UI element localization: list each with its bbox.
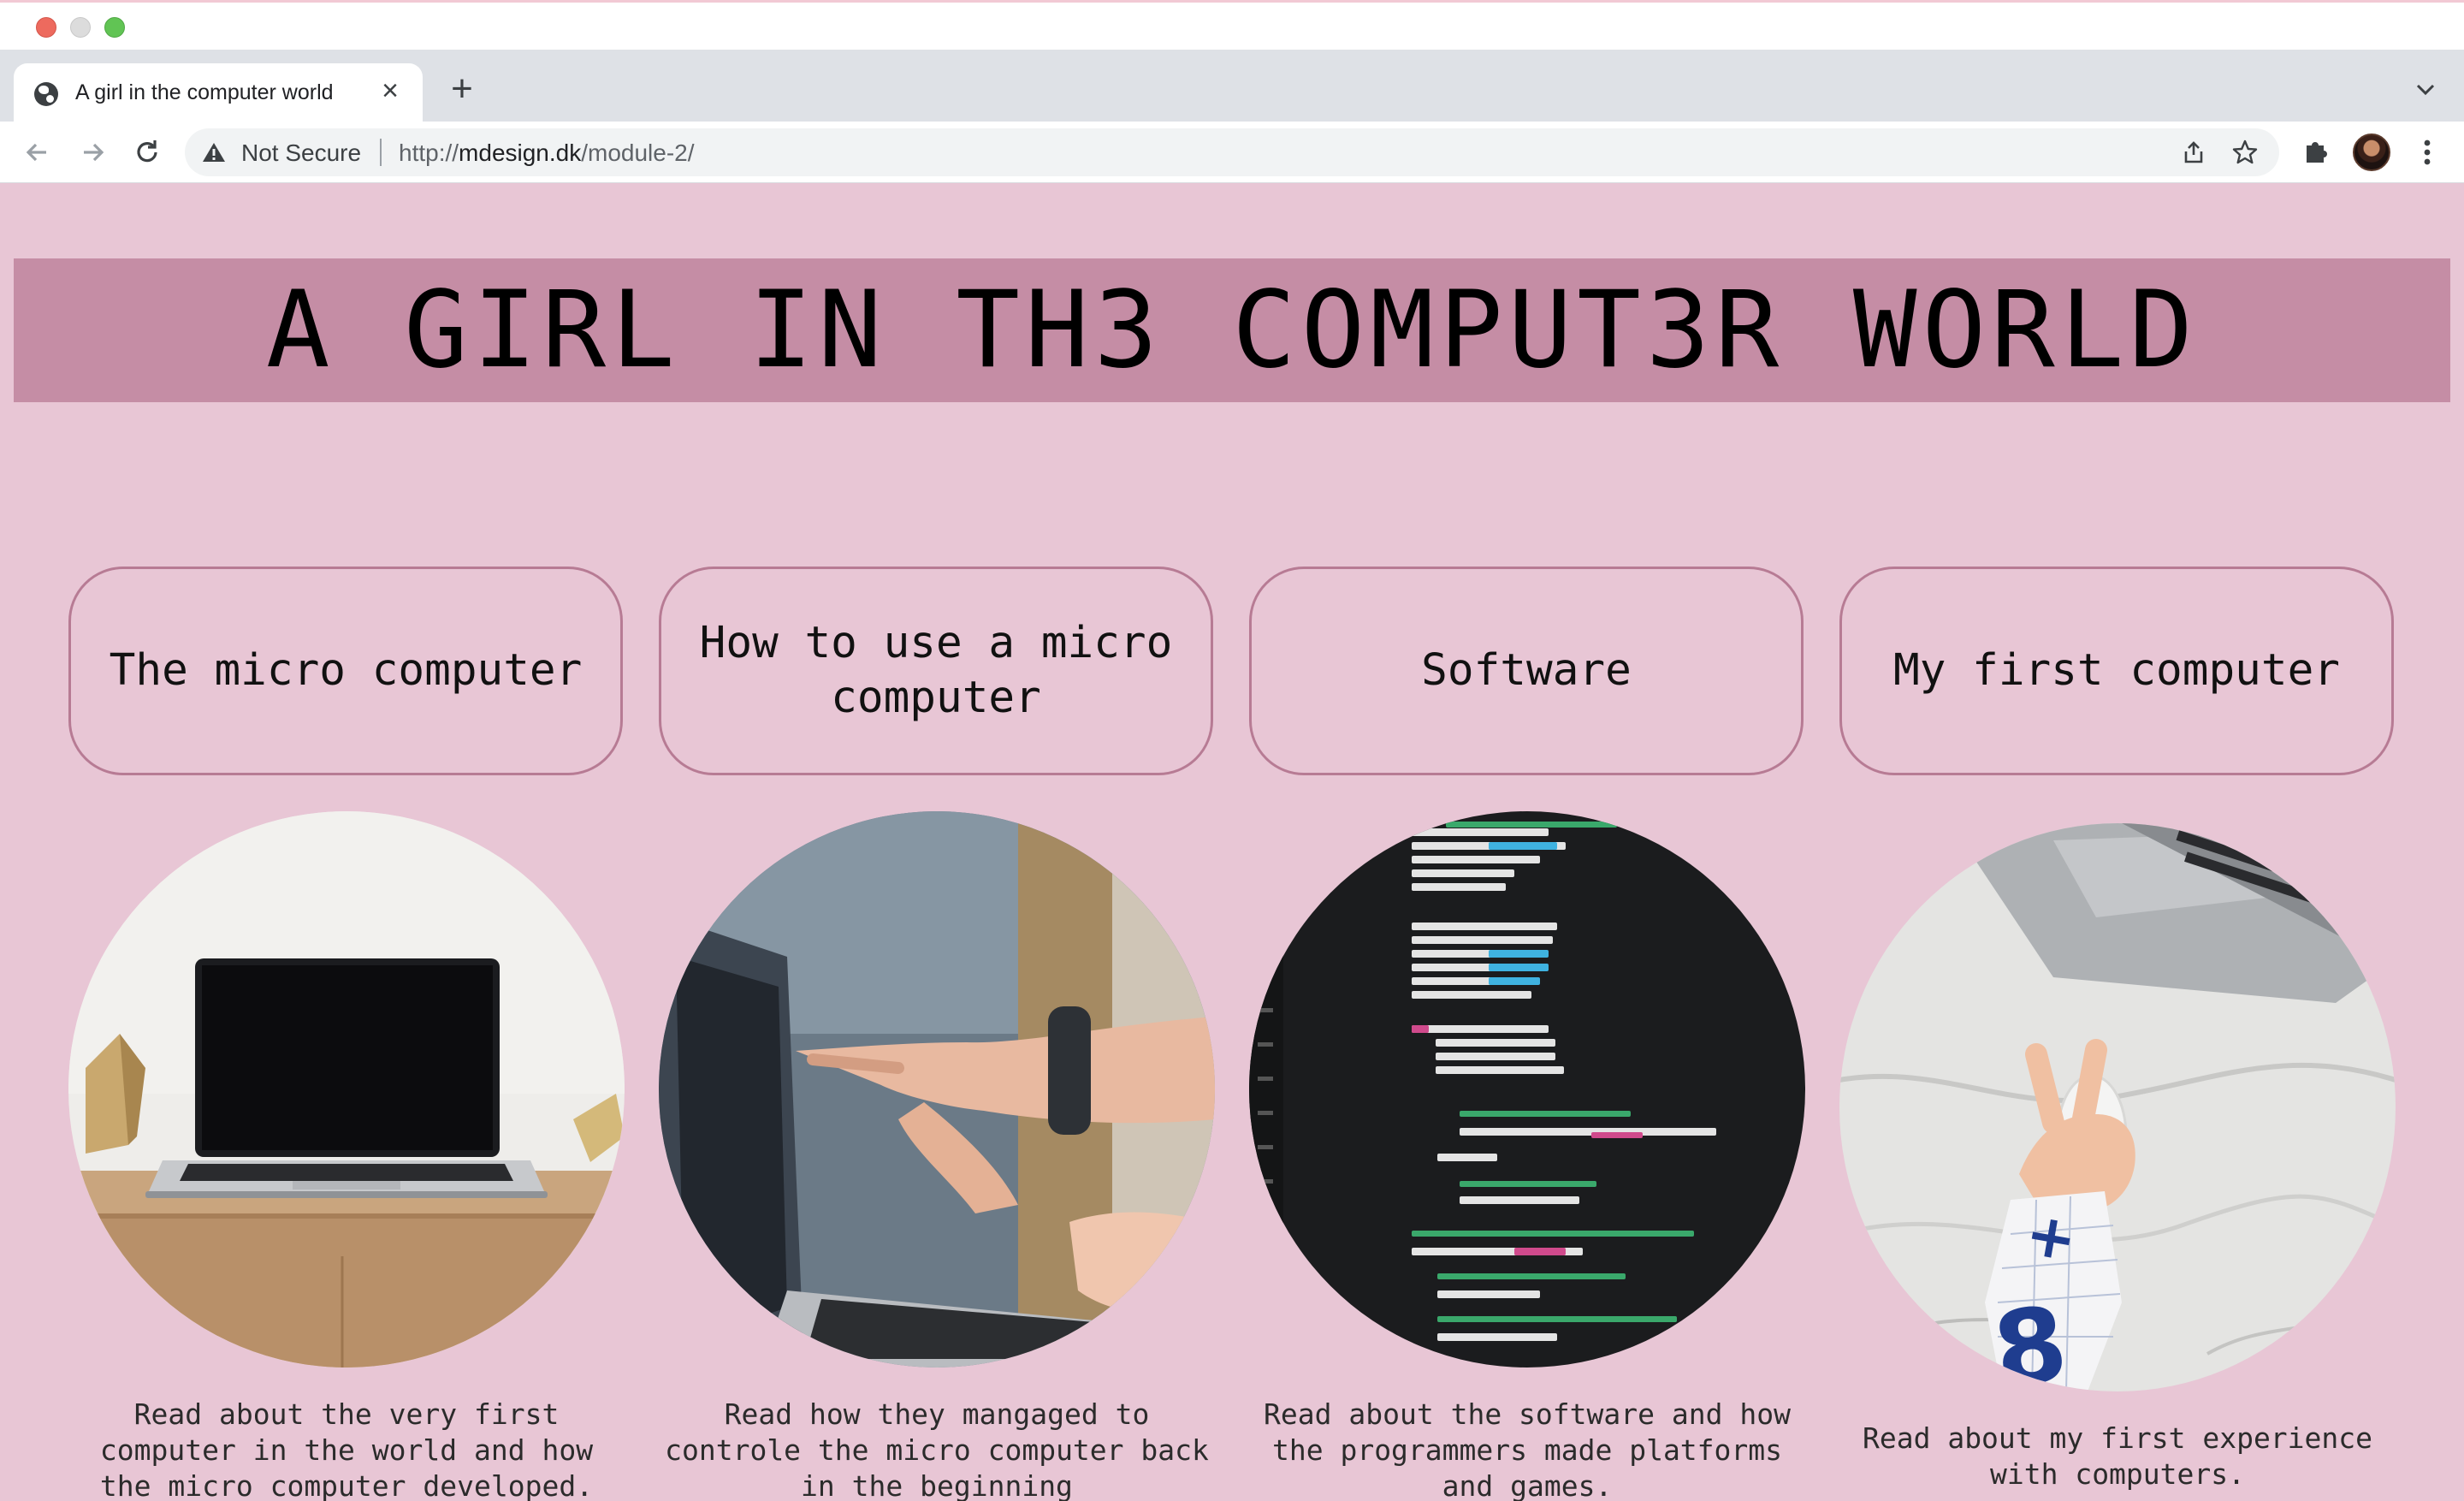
browser-toolbar: Not Secure http://mdesign.dk/module-2/: [0, 122, 2464, 183]
nav-button-software[interactable]: Software: [1249, 567, 1804, 775]
forward-arrow-icon[interactable]: [75, 135, 110, 169]
page-content: A GIRL IN TH3 COMPUT3R WORLD The micro c…: [0, 183, 2464, 1501]
window-titlebar: [0, 0, 2464, 50]
url-path: /module-2/: [581, 139, 695, 166]
card-description-software: Read about the software and how the prog…: [1264, 1397, 1791, 1501]
tab-strip: A girl in the computer world × +: [0, 50, 2464, 122]
new-tab-button[interactable]: +: [447, 70, 477, 108]
globe-icon: [34, 82, 58, 106]
more-menu-icon[interactable]: [2414, 137, 2440, 168]
nav-button-my-first-computer[interactable]: My first computer: [1839, 567, 2394, 775]
window-maximize-button[interactable]: [104, 17, 125, 38]
nav-button-how-to-use[interactable]: How to use a micro computer: [659, 567, 1213, 775]
address-separator: [380, 139, 382, 166]
window-close-button[interactable]: [36, 17, 56, 38]
chevron-down-icon[interactable]: [2413, 77, 2438, 103]
card-description-micro-computer: Read about the very first computer in th…: [99, 1397, 594, 1501]
site-title: A GIRL IN TH3 COMPUT3R WORLD: [265, 269, 2199, 392]
laptop-on-desk-image[interactable]: [68, 811, 625, 1368]
profile-avatar[interactable]: [2353, 133, 2390, 171]
pointing-at-laptop-image[interactable]: [659, 811, 1215, 1368]
tab-title: A girl in the computer world: [75, 80, 334, 104]
window-minimize-button[interactable]: [70, 17, 91, 38]
nav-button-micro-computer[interactable]: The micro computer: [68, 567, 623, 775]
bookmark-star-icon[interactable]: [2231, 139, 2259, 166]
url-text[interactable]: http://mdesign.dk/module-2/: [399, 139, 695, 167]
card-description-how-to-use: Read how they mangaged to controle the m…: [665, 1397, 1209, 1501]
child-hand-mouse-image[interactable]: 8 +: [1839, 823, 2396, 1391]
extensions-puzzle-icon[interactable]: [2301, 137, 2331, 166]
share-icon[interactable]: [2182, 140, 2206, 164]
warning-icon[interactable]: [202, 141, 226, 163]
security-status[interactable]: Not Secure: [241, 139, 361, 167]
tab-close-button[interactable]: ×: [375, 75, 406, 106]
tab-active[interactable]: A girl in the computer world ×: [14, 63, 423, 122]
url-host: mdesign.dk: [459, 139, 582, 166]
header-banner: A GIRL IN TH3 COMPUT3R WORLD: [14, 258, 2450, 402]
address-bar[interactable]: Not Secure http://mdesign.dk/module-2/: [185, 128, 2279, 176]
url-scheme: http://: [399, 139, 459, 166]
reload-icon[interactable]: [130, 135, 164, 169]
card-description-my-first-computer: Read about my first experience with comp…: [1862, 1421, 2373, 1491]
code-screen-image[interactable]: [1249, 811, 1805, 1368]
back-arrow-icon[interactable]: [21, 135, 55, 169]
